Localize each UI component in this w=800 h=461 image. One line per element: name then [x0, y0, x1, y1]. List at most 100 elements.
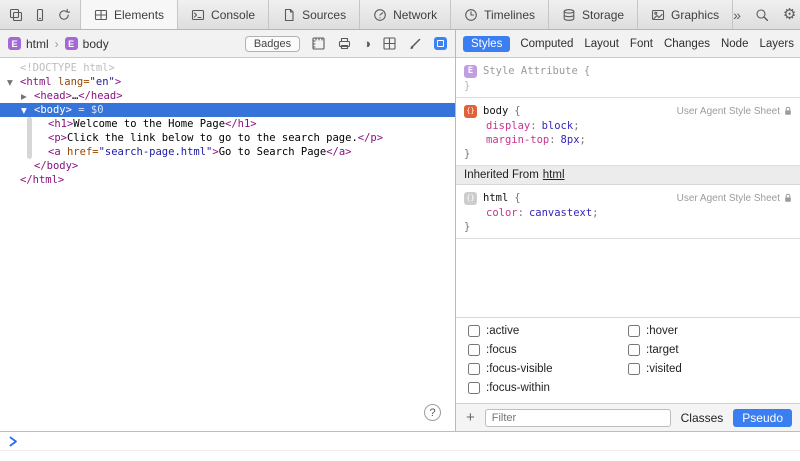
pseudo-hover-checkbox[interactable] — [628, 325, 640, 337]
rule-selector[interactable]: body — [483, 105, 508, 117]
css-property[interactable]: display:block; — [464, 119, 792, 133]
style-attribute-section[interactable]: E Style Attribute { } — [456, 58, 800, 98]
rulers-icon[interactable] — [311, 36, 326, 51]
console-prompt[interactable] — [0, 432, 800, 451]
tab-console[interactable]: Console — [178, 0, 269, 29]
new-rule-button[interactable]: + — [464, 410, 477, 425]
open-brace: { — [514, 192, 520, 204]
style-filter-input[interactable] — [485, 409, 671, 427]
pseudo-row: :hover — [628, 325, 788, 337]
tab-timelines[interactable]: Timelines — [451, 0, 549, 29]
lock-icon — [784, 106, 792, 116]
appearance-icon[interactable]: ◑ — [363, 37, 371, 50]
dom-token: href= — [61, 146, 99, 158]
breadcrumb-item-html[interactable]: html — [26, 37, 49, 51]
help-button[interactable]: ? — [424, 404, 441, 421]
pseudo-focus-checkbox[interactable] — [468, 344, 480, 356]
dock-side-icon[interactable] — [9, 8, 23, 22]
dom-tree-line[interactable]: <!DOCTYPE html> — [0, 61, 455, 75]
pseudo-label: :focus — [486, 344, 517, 356]
dom-tree-line[interactable]: <a href="search-page.html">Go to Search … — [0, 145, 455, 159]
dom-token: lang= — [52, 76, 90, 88]
pseudo-row: :focus — [468, 344, 628, 356]
dom-tree: <!DOCTYPE html>▼<html lang="en">▶<head>…… — [0, 58, 455, 187]
close-brace: } — [464, 147, 792, 161]
device-icon[interactable] — [33, 8, 47, 22]
element-selection-icon[interactable] — [434, 37, 447, 50]
dom-tree-line[interactable]: <p>Click the link below to go to the sea… — [0, 131, 455, 145]
element-badge-icon: E — [8, 37, 21, 50]
search-icon[interactable] — [755, 8, 769, 22]
tab-storage[interactable]: Storage — [549, 0, 638, 29]
rule-selector[interactable]: html — [483, 192, 508, 204]
pseudo-class-toggles: :active :focus :focus-visible :focus-wit… — [456, 317, 800, 403]
dom-token: </h1> — [225, 118, 257, 130]
user-agent-stylesheet-icon: {} — [464, 192, 477, 205]
settings-gear-icon[interactable]: ⚙ — [783, 7, 796, 22]
dom-tree-line[interactable]: <h1>Welcome to the Home Page</h1> — [0, 117, 455, 131]
dom-tree-line[interactable]: </body> — [0, 159, 455, 173]
styles-sidebar: E Style Attribute { } {} body { User Age… — [456, 58, 800, 431]
pseudo-label: :focus-visible — [486, 363, 552, 375]
dom-tree-line[interactable]: ▶<head>…</head> — [0, 89, 455, 103]
grid-overlay-icon[interactable] — [382, 36, 397, 51]
tab-elements[interactable]: Elements — [81, 0, 178, 29]
dom-token: Welcome to the Home Page — [73, 118, 225, 130]
disclosure-triangle[interactable]: ▶ — [21, 90, 27, 104]
pseudo-toggle-button[interactable]: Pseudo — [733, 409, 792, 427]
tab-layers[interactable]: Layers — [758, 36, 795, 52]
pseudo-label: :active — [486, 325, 519, 337]
styles-empty-space — [456, 239, 800, 317]
pseudo-focus-visible-checkbox[interactable] — [468, 363, 480, 375]
tab-node[interactable]: Node — [720, 36, 750, 52]
dom-token: Go to Search Page — [219, 146, 326, 158]
element-badge-icon: E — [464, 65, 477, 78]
tab-layout[interactable]: Layout — [583, 36, 620, 52]
window-controls-group — [0, 0, 80, 29]
disclosure-triangle[interactable]: ▼ — [7, 76, 13, 90]
breadcrumb-separator: › — [54, 37, 60, 51]
dom-tree-line[interactable]: ▼<body> = $0 — [0, 103, 455, 117]
dom-token: </p> — [358, 132, 383, 144]
css-rule-html: {} html { User Agent Style Sheet color:c… — [456, 185, 800, 239]
tab-computed[interactable]: Computed — [519, 36, 574, 52]
devtools-top-toolbar: Elements Console Sources Network Timelin… — [0, 0, 800, 30]
paint-flashing-icon[interactable] — [408, 36, 423, 51]
classes-toggle-button[interactable]: Classes — [679, 411, 726, 425]
tab-sources[interactable]: Sources — [269, 0, 360, 29]
dom-token: </a> — [326, 146, 351, 158]
storage-icon — [562, 8, 576, 22]
dom-token: "en" — [90, 76, 115, 88]
user-agent-stylesheet-icon: {} — [464, 105, 477, 118]
reload-icon[interactable] — [57, 8, 71, 22]
breadcrumb-item-body[interactable]: body — [83, 37, 109, 51]
element-badge-icon: E — [65, 37, 78, 50]
console-prompt-chevron-icon — [9, 436, 18, 447]
inherited-node-link[interactable]: html — [543, 169, 565, 181]
pseudo-visited-checkbox[interactable] — [628, 363, 640, 375]
pseudo-row: :focus-within — [468, 382, 628, 394]
dom-token: <p> — [48, 132, 67, 144]
secondary-toolbar: E html › E body Badges ◑ Styles Computed… — [0, 30, 800, 58]
print-icon[interactable] — [337, 36, 352, 51]
dom-token: = $0 — [72, 104, 104, 116]
css-property[interactable]: color:canvastext; — [464, 206, 792, 220]
badges-button[interactable]: Badges — [245, 36, 300, 52]
tab-network[interactable]: Network — [360, 0, 451, 29]
stylesheet-origin-label: User Agent Style Sheet — [677, 106, 792, 117]
pseudo-active-checkbox[interactable] — [468, 325, 480, 337]
tab-graphics[interactable]: Graphics — [638, 0, 733, 29]
dom-tree-line[interactable]: ▼<html lang="en"> — [0, 75, 455, 89]
tab-changes[interactable]: Changes — [663, 36, 711, 52]
pseudo-label: :hover — [646, 325, 678, 337]
pseudo-focus-within-checkbox[interactable] — [468, 382, 480, 394]
more-tabs-icon[interactable]: » — [733, 8, 741, 22]
pseudo-target-checkbox[interactable] — [628, 344, 640, 356]
disclosure-triangle[interactable]: ▼ — [21, 104, 27, 118]
tab-label: Console — [211, 8, 255, 22]
css-property[interactable]: margin-top:8px; — [464, 133, 792, 147]
tab-font[interactable]: Font — [629, 36, 654, 52]
css-rule-body: {} body { User Agent Style Sheet display… — [456, 98, 800, 166]
dom-tree-line[interactable]: </html> — [0, 173, 455, 187]
tab-styles[interactable]: Styles — [463, 36, 510, 52]
